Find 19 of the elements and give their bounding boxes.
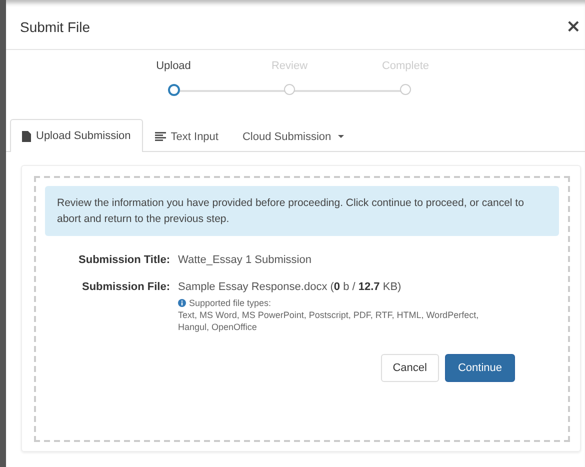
supported-label: Supported file types: bbox=[189, 297, 272, 309]
field-value: Watte_Essay 1 Submission bbox=[178, 254, 312, 266]
field-label: Submission Title: bbox=[78, 254, 170, 266]
window-title: Submit File bbox=[20, 18, 90, 34]
file-types: Text, MS Word, MS PowerPoint, Postscript, PDF, RTF, HTML, WordPerfect, Hangul, OpenOffice bbox=[178, 309, 480, 333]
field-value: Sample Essay Response.docx (0 b / 12.7 KB) bbox=[178, 281, 402, 293]
continue-button[interactable]: Continue bbox=[444, 354, 515, 382]
tab[interactable]: Upload Submission bbox=[10, 119, 143, 152]
file-icon bbox=[22, 130, 31, 142]
tab[interactable]: Cloud Submission bbox=[230, 120, 356, 152]
cancel-button[interactable]: Cancel bbox=[380, 354, 439, 382]
info-icon bbox=[178, 299, 186, 307]
caret-icon bbox=[338, 135, 344, 138]
tab[interactable]: Text Input bbox=[142, 120, 230, 152]
info-alert: Review the information you have provided before proceeding. Click continue to proceed, or cancel to abort and return to the previous step. bbox=[45, 186, 559, 236]
lines-icon bbox=[154, 132, 166, 141]
close-button[interactable]: × bbox=[566, 16, 581, 37]
step-label: Upload bbox=[156, 60, 191, 74]
field-label: Submission File: bbox=[80, 281, 170, 293]
